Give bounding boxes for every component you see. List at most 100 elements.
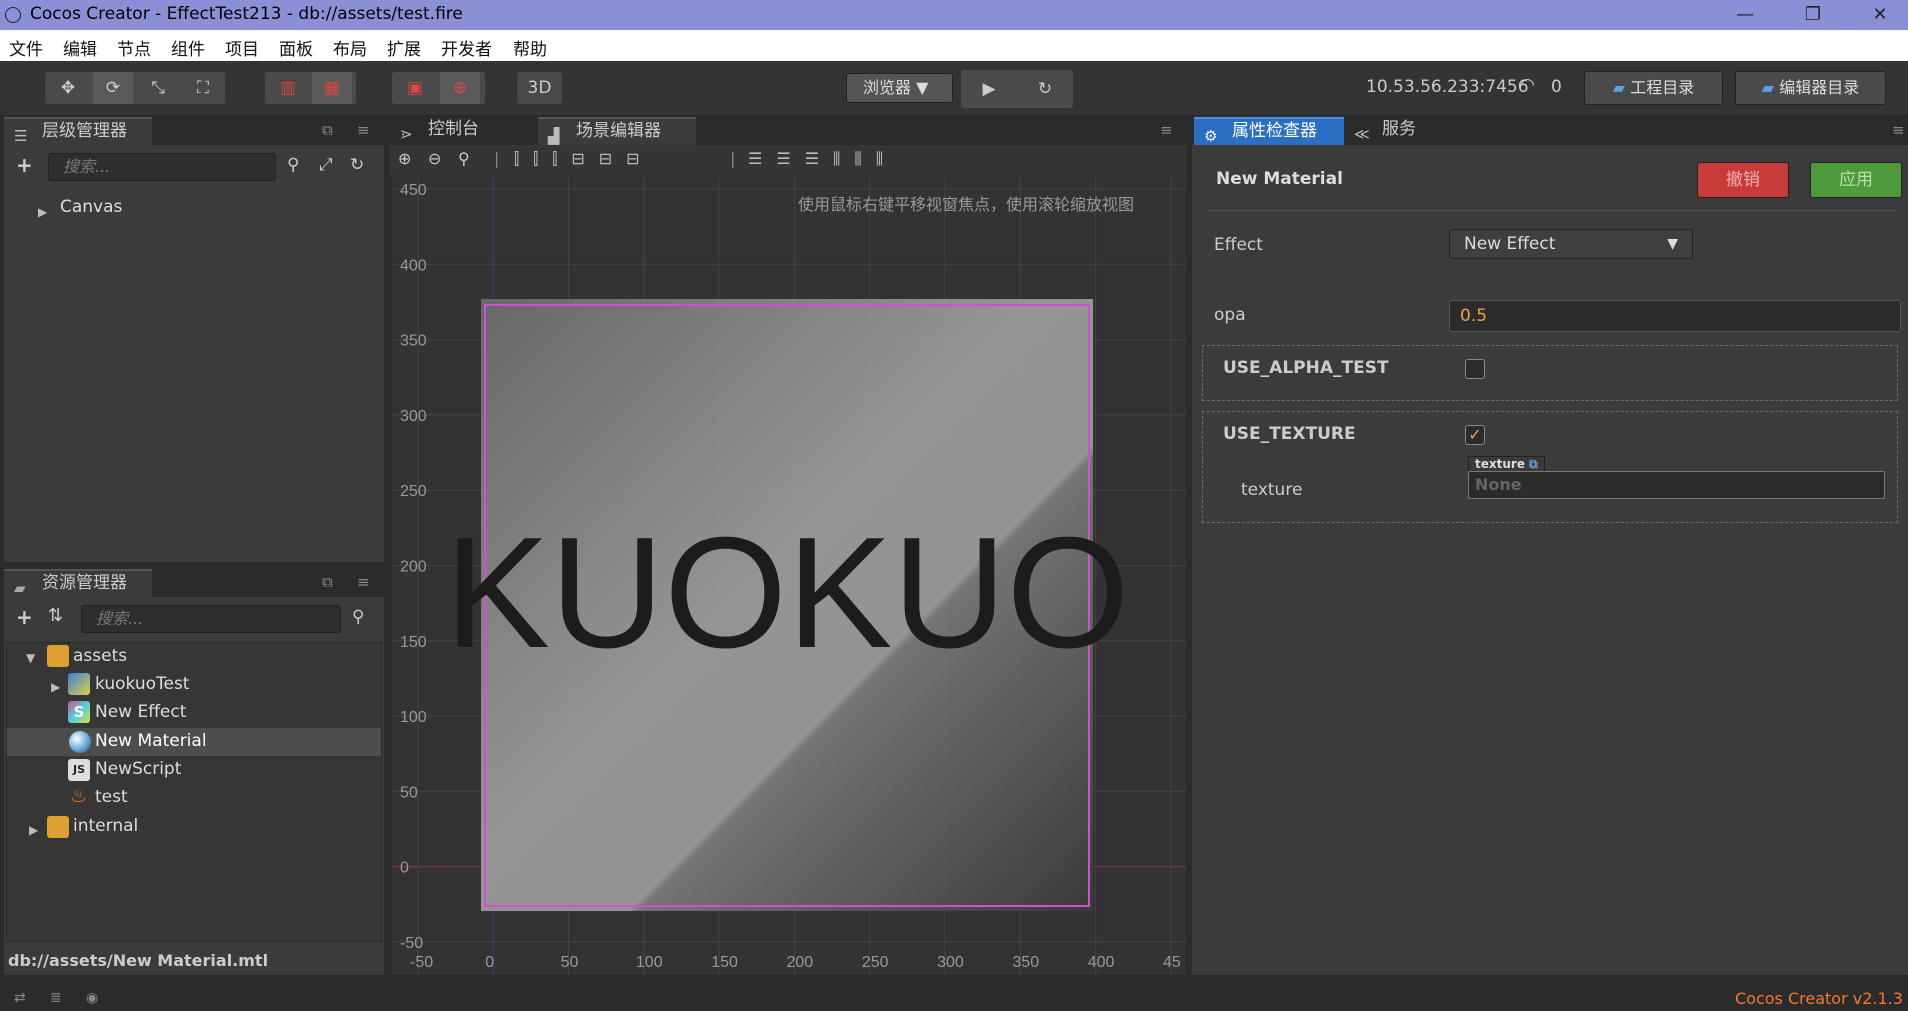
menu-help[interactable]: 帮助	[513, 35, 547, 60]
hierarchy-search-input[interactable]: 搜索...	[48, 153, 276, 181]
sort-icon[interactable]: ⇅	[48, 605, 63, 626]
pivot-icon[interactable]: ▥	[268, 72, 308, 104]
panel-menu-icon[interactable]: ≡	[1892, 121, 1905, 139]
apply-button[interactable]: 应用	[1810, 162, 1902, 198]
hierarchy-tabbar: ☰ 层级管理器 ⧉ ≡	[4, 115, 384, 145]
tab-services[interactable]: ≪ 服务	[1344, 117, 1482, 145]
rect-tool-icon[interactable]: ⛶	[183, 72, 223, 104]
main-toolbar: ✥ ⟳ ⤡ ⛶ ▥ ▦ ▣ ⊕ 3D 浏览器 ▼ ▶ ↻ 10.53.56.23…	[0, 61, 1908, 115]
menu-panel[interactable]: 面板	[279, 35, 313, 60]
project-dir-button[interactable]: ▰ 工程目录	[1584, 71, 1723, 105]
use-alpha-test-checkbox[interactable]	[1465, 359, 1485, 379]
title-bar: Cocos Creator - EffectTest213 - db://ass…	[0, 0, 1908, 30]
expand-icon[interactable]: ⤢	[319, 155, 333, 175]
tab-hierarchy[interactable]: ☰ 层级管理器	[4, 117, 152, 145]
menu-extension[interactable]: 扩展	[387, 35, 421, 60]
global-space-icon[interactable]: ⊕	[440, 72, 480, 104]
expand-arrow-icon[interactable]: ▶	[38, 205, 47, 219]
scene-canvas[interactable]: KUOKUO 450400350300250200150100500-50 -5…	[392, 177, 1186, 975]
menu-layout[interactable]: 布局	[333, 35, 367, 60]
divider: |	[494, 149, 500, 168]
menu-project[interactable]: 项目	[225, 35, 259, 60]
align-tools[interactable]: ⫿⫿⫿⊟⊟⊟	[514, 149, 654, 169]
expand-arrow-icon[interactable]: ▶	[29, 823, 38, 837]
x-tick-label: 100	[636, 954, 663, 971]
gear-icon: ⚙	[1204, 127, 1218, 145]
use-texture-checkbox[interactable]: ✓	[1465, 425, 1485, 445]
db-folder-icon	[47, 645, 69, 667]
asset-test[interactable]: test	[95, 784, 128, 811]
restore-icon[interactable]: ❐	[1790, 2, 1836, 28]
tab-inspector[interactable]: ⚙ 属性检查器	[1194, 117, 1344, 145]
distribute-tools[interactable]: ☰☰☰⫼⫼⫼	[748, 149, 897, 169]
scene-toolbar: ⊕ ⊖ ⚲ | ⫿⫿⫿⊟⊟⊟ | ☰☰☰⫼⫼⫼	[390, 145, 1186, 177]
expand-arrow-icon[interactable]: ▶	[51, 680, 60, 694]
scene-fire-icon: ♨	[70, 785, 88, 807]
tree-node-canvas[interactable]: Canvas	[60, 194, 122, 221]
refresh-icon[interactable]: ↻	[350, 155, 364, 175]
tab-assets[interactable]: ▰ 资源管理器	[4, 569, 152, 597]
effect-select[interactable]: New Effect ▼	[1449, 229, 1693, 259]
popout-icon[interactable]: ⧉	[322, 573, 333, 591]
preview-platform-select[interactable]: 浏览器 ▼	[846, 73, 953, 103]
opa-input[interactable]: 0.5	[1449, 300, 1901, 332]
eye-icon[interactable]: ◉	[86, 990, 98, 1006]
zoom-in-icon[interactable]: ⊕	[398, 149, 411, 168]
x-tick-label: 150	[711, 954, 738, 971]
panel-menu-icon[interactable]: ≡	[357, 121, 370, 139]
asset-newscript[interactable]: NewScript	[95, 756, 181, 783]
menu-developer[interactable]: 开发者	[441, 35, 492, 60]
asset-internal[interactable]: internal	[73, 813, 138, 840]
assets-search-input[interactable]: 搜索...	[81, 605, 341, 633]
popout-icon[interactable]: ⧉	[322, 121, 333, 139]
menu-file[interactable]: 文件	[9, 35, 43, 60]
tab-scene-editor[interactable]: ▟ 场景编辑器	[538, 117, 696, 145]
close-icon[interactable]: ✕	[1857, 2, 1903, 28]
scene-tabbar: ⋗ 控制台 ▟ 场景编辑器 ≡	[390, 115, 1186, 145]
play-icon[interactable]: ▶	[969, 73, 1009, 105]
move-tool-icon[interactable]: ✥	[48, 72, 88, 104]
zoom-out-icon[interactable]: ⊖	[428, 149, 441, 168]
zoom-reset-icon[interactable]: ⚲	[458, 149, 470, 168]
texture-icon	[68, 673, 90, 695]
add-node-icon[interactable]: +	[16, 153, 33, 177]
search-icon[interactable]: ⚲	[287, 155, 299, 175]
rotate-tool-icon[interactable]: ⟳	[93, 72, 133, 104]
inspector-tabbar: ⚙ 属性检查器 ≪ 服务 ≡	[1192, 115, 1908, 145]
panel-menu-icon[interactable]: ≡	[357, 573, 370, 591]
menu-node[interactable]: 节点	[117, 35, 151, 60]
wifi-icon: ◠	[1520, 75, 1535, 95]
asset-path-status: db://assets/New Material.mtl	[8, 951, 269, 970]
status-bar: ⇄ ≣ ◉ Cocos Creator v2.1.3	[0, 987, 1908, 1011]
asset-new-material[interactable]: New Material	[95, 728, 207, 755]
editor-dir-button[interactable]: ▰ 编辑器目录	[1735, 71, 1886, 105]
scene-icon: ▟	[548, 127, 560, 145]
revert-button[interactable]: 撤销	[1697, 162, 1789, 198]
sync-icon[interactable]: ⇄	[14, 990, 26, 1006]
database-icon[interactable]: ≣	[50, 990, 62, 1006]
refresh-icon[interactable]: ↻	[1025, 73, 1065, 105]
y-tick-label: 200	[400, 559, 427, 576]
local-space-icon[interactable]: ▣	[395, 72, 435, 104]
add-asset-icon[interactable]: +	[16, 605, 33, 629]
asset-kuokuotest[interactable]: kuokuoTest	[95, 671, 189, 698]
asset-assets[interactable]: assets	[73, 643, 127, 670]
menu-edit[interactable]: 编辑	[63, 35, 97, 60]
collapse-arrow-icon[interactable]: ▼	[26, 651, 35, 665]
texture-type-tag[interactable]: texture ⧉	[1468, 456, 1545, 472]
version-label: Cocos Creator v2.1.3	[1735, 989, 1903, 1008]
scale-tool-icon[interactable]: ⤡	[138, 72, 178, 104]
menu-component[interactable]: 组件	[171, 35, 205, 60]
panel-menu-icon[interactable]: ≡	[1160, 121, 1173, 139]
center-icon[interactable]: ▦	[312, 72, 352, 104]
minimize-icon[interactable]: —	[1722, 2, 1768, 28]
asset-new-effect[interactable]: New Effect	[95, 699, 186, 726]
x-tick-label: 45	[1163, 954, 1181, 971]
use-texture-label: USE_TEXTURE	[1223, 424, 1356, 444]
texture-asset-field[interactable]: None	[1468, 471, 1885, 499]
toggle-3d-button[interactable]: 3D	[517, 72, 562, 104]
y-tick-label: 0	[400, 860, 409, 877]
tab-console[interactable]: ⋗ 控制台	[390, 117, 538, 145]
search-icon[interactable]: ⚲	[352, 607, 364, 627]
scene-editor-panel: ⋗ 控制台 ▟ 场景编辑器 ≡ ⊕ ⊖ ⚲ | ⫿⫿⫿⊟⊟⊟ | ☰☰☰⫼⫼⫼	[390, 115, 1186, 975]
